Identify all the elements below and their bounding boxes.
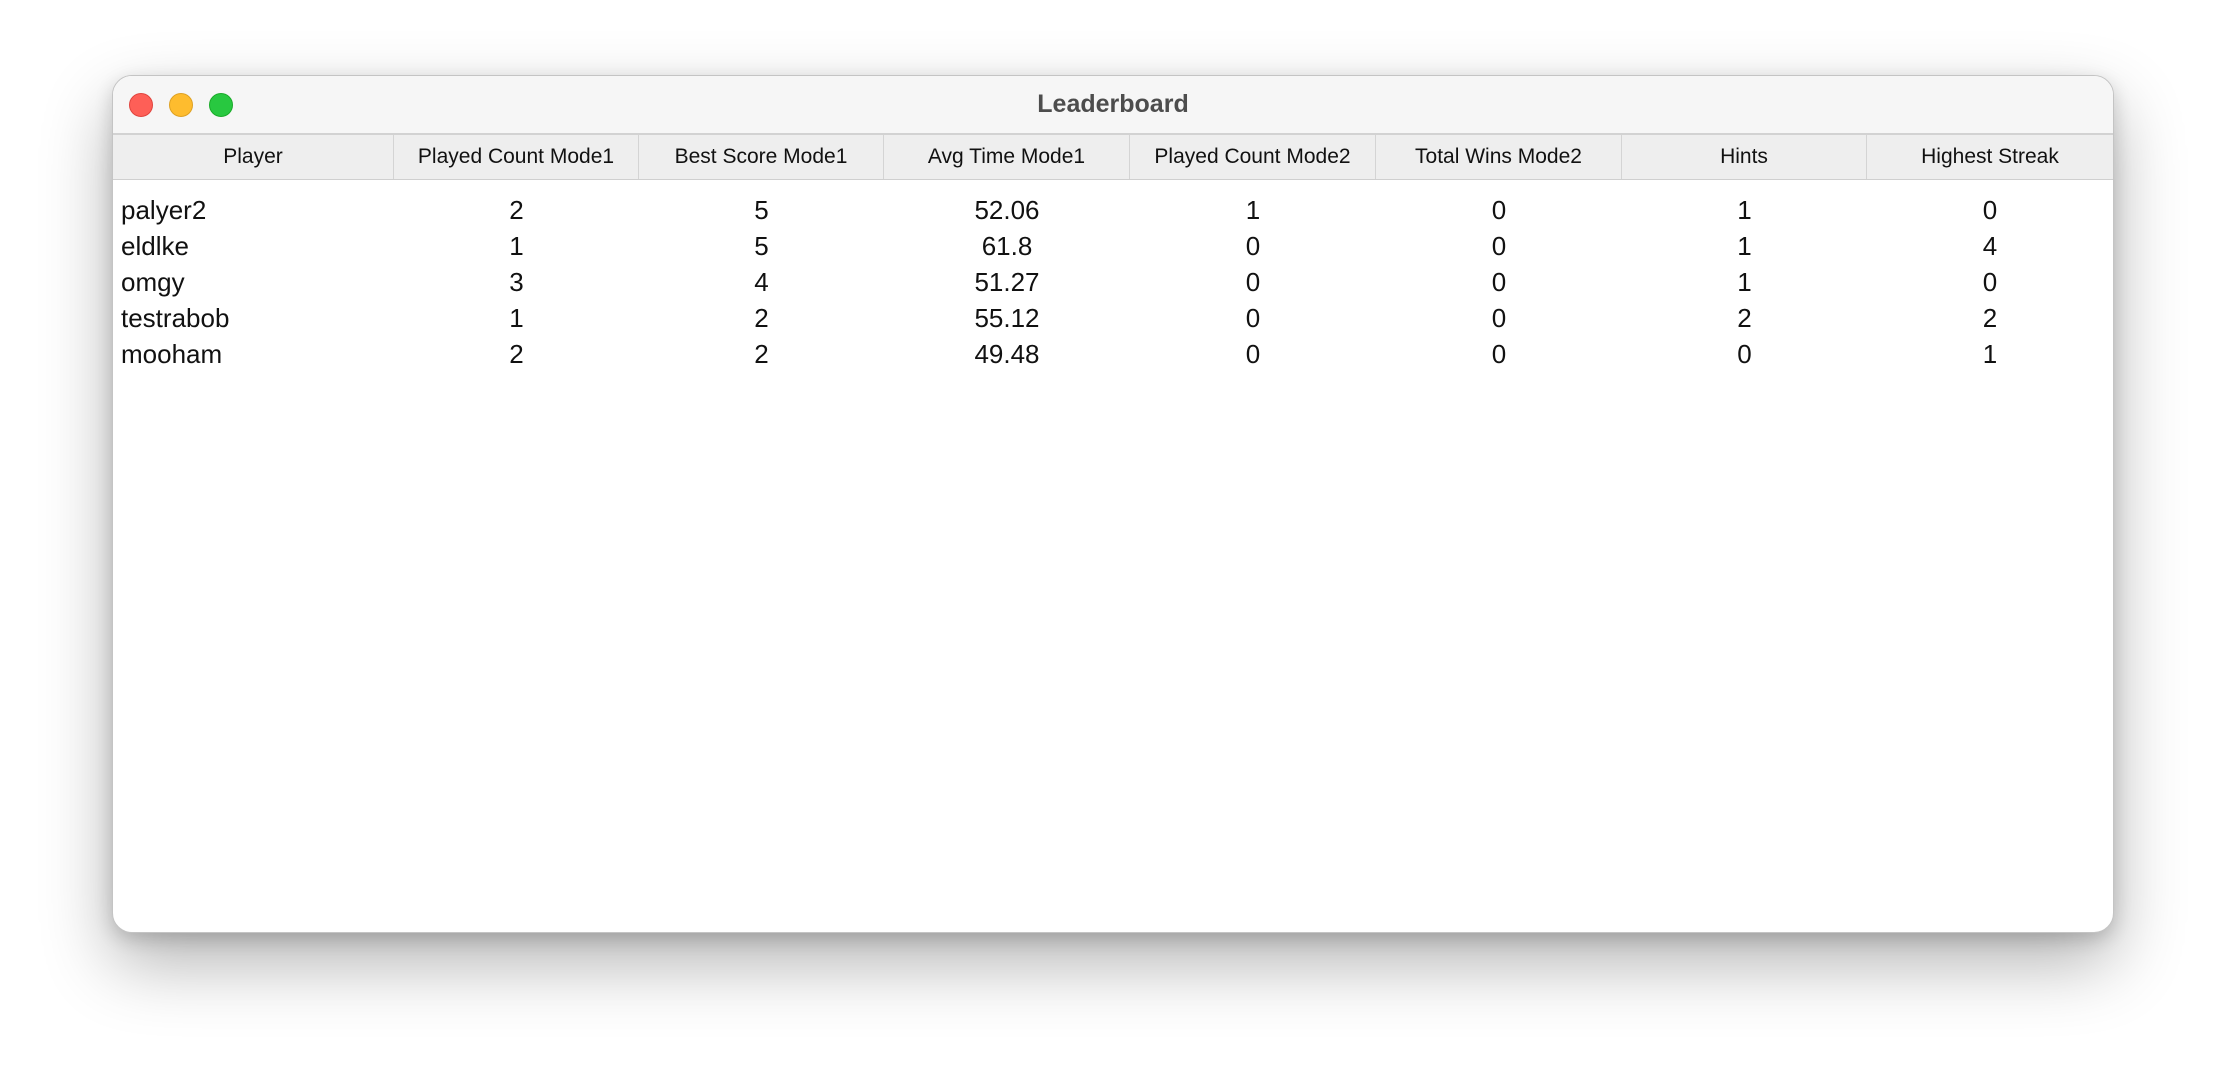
cell-highest-streak: 1 (1982, 339, 1998, 369)
cell-player: eldlke (121, 231, 189, 261)
cell-best-score-mode1: 5 (754, 231, 769, 261)
cell-hints: 1 (1737, 195, 1752, 225)
cell-best-score-mode1: 2 (754, 339, 769, 369)
cell-avg-time-mode1: 51.27 (974, 267, 1040, 297)
cell-hints: 2 (1737, 303, 1752, 333)
leaderboard-window: Leaderboard Player Played Count Mode1 Be… (112, 75, 2114, 933)
column-header-hints[interactable]: Hints (1622, 135, 1867, 179)
cell-best-score-mode1: 5 (754, 195, 769, 225)
cell-best-score-mode1: 2 (754, 303, 769, 333)
table-body: palyer2 2 5 52.06 1 0 1 0 eldlke 1 5 61.… (113, 192, 2113, 372)
cell-player: mooham (121, 339, 223, 369)
cell-played-count-mode1: 1 (509, 303, 524, 333)
cell-avg-time-mode1: 61.8 (981, 231, 1033, 261)
column-header-highest-streak[interactable]: Highest Streak (1867, 135, 2113, 179)
table-header: Player Played Count Mode1 Best Score Mod… (113, 135, 2113, 180)
table-row[interactable]: palyer2 2 5 52.06 1 0 1 0 (113, 192, 2113, 228)
cell-highest-streak: 0 (1982, 267, 1998, 297)
column-header-played-count-mode1[interactable]: Played Count Mode1 (394, 135, 639, 179)
cell-played-count-mode2: 0 (1245, 339, 1261, 369)
cell-avg-time-mode1: 49.48 (974, 339, 1040, 369)
cell-hints: 0 (1737, 339, 1752, 369)
column-header-avg-time-mode1[interactable]: Avg Time Mode1 (884, 135, 1130, 179)
cell-avg-time-mode1: 55.12 (974, 303, 1040, 333)
column-header-total-wins-mode2[interactable]: Total Wins Mode2 (1376, 135, 1622, 179)
cell-total-wins-mode2: 0 (1491, 303, 1507, 333)
column-header-played-count-mode2[interactable]: Played Count Mode2 (1130, 135, 1376, 179)
cell-player: testrabob (121, 303, 230, 333)
column-header-best-score-mode1[interactable]: Best Score Mode1 (639, 135, 884, 179)
window-title: Leaderboard (1037, 90, 1189, 118)
cell-played-count-mode1: 1 (509, 231, 524, 261)
table-row[interactable]: omgy 3 4 51.27 0 0 1 0 (113, 264, 2113, 300)
cell-total-wins-mode2: 0 (1491, 339, 1507, 369)
table-row[interactable]: testrabob 1 2 55.12 0 0 2 2 (113, 300, 2113, 336)
cell-hints: 1 (1737, 231, 1752, 261)
title-bar[interactable]: Leaderboard (113, 76, 2113, 135)
cell-player: palyer2 (121, 195, 207, 225)
table-row[interactable]: mooham 2 2 49.48 0 0 0 1 (113, 336, 2113, 372)
cell-total-wins-mode2: 0 (1491, 195, 1507, 225)
cell-avg-time-mode1: 52.06 (974, 195, 1040, 225)
cell-played-count-mode1: 3 (509, 267, 524, 297)
cell-highest-streak: 2 (1982, 303, 1998, 333)
cell-highest-streak: 0 (1982, 195, 1998, 225)
cell-played-count-mode1: 2 (509, 339, 524, 369)
cell-played-count-mode2: 1 (1245, 195, 1261, 225)
column-header-player[interactable]: Player (113, 135, 394, 179)
cell-hints: 1 (1737, 267, 1752, 297)
cell-played-count-mode1: 2 (509, 195, 524, 225)
cell-played-count-mode2: 0 (1245, 303, 1261, 333)
cell-total-wins-mode2: 0 (1491, 231, 1507, 261)
table-row[interactable]: eldlke 1 5 61.8 0 0 1 4 (113, 228, 2113, 264)
cell-played-count-mode2: 0 (1245, 231, 1261, 261)
cell-played-count-mode2: 0 (1245, 267, 1261, 297)
cell-best-score-mode1: 4 (754, 267, 769, 297)
cell-total-wins-mode2: 0 (1491, 267, 1507, 297)
cell-player: omgy (121, 267, 185, 297)
cell-highest-streak: 4 (1982, 231, 1998, 261)
